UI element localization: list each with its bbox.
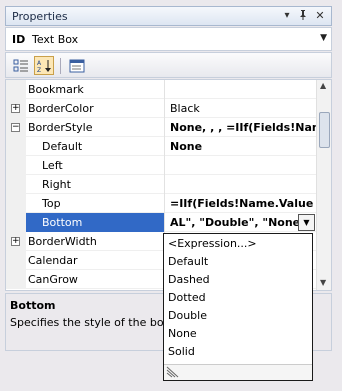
svg-text:Z: Z (37, 67, 41, 73)
property-label: Bottom (26, 213, 164, 232)
property-label: Bookmark (28, 83, 84, 96)
vertical-scrollbar[interactable]: ▲ ▼ (316, 80, 331, 290)
property-value[interactable]: Black (170, 102, 316, 115)
resize-grip-icon[interactable] (166, 366, 180, 378)
borderstyle-dropdown-list[interactable]: <Expression...> Default Dashed Dotted Do… (163, 233, 313, 381)
window-menu-dropdown-icon[interactable]: ▾ (280, 9, 294, 23)
option-expression[interactable]: <Expression...> (168, 237, 257, 250)
property-row-top[interactable]: Top =IIf(Fields!Name.Value = " (6, 194, 316, 213)
expand-icon[interactable]: + (11, 104, 20, 113)
window-title: Properties (12, 10, 68, 23)
property-row-bottom[interactable]: Bottom AL", "Double", "None") ▼ (6, 213, 316, 232)
property-label: BorderStyle (28, 121, 93, 134)
collapse-icon[interactable]: − (11, 123, 20, 132)
property-row-left[interactable]: Left (6, 156, 316, 175)
property-label: Left (42, 159, 63, 172)
scroll-down-icon[interactable]: ▼ (320, 278, 326, 287)
option-default[interactable]: Default (168, 255, 208, 268)
object-id-label: ID (12, 33, 26, 46)
property-row-bordercolor[interactable]: + BorderColor Black (6, 99, 316, 118)
pin-icon[interactable] (296, 9, 310, 23)
object-selector[interactable]: ID Text Box ▼ (5, 27, 332, 51)
property-row-right[interactable]: Right (6, 175, 316, 194)
property-pages-icon (69, 59, 85, 73)
property-row-bookmark[interactable]: Bookmark (6, 80, 316, 99)
property-pages-button[interactable] (66, 56, 86, 75)
close-icon[interactable]: ✕ (313, 9, 327, 23)
option-dashed[interactable]: Dashed (168, 273, 210, 286)
property-value[interactable]: None (170, 140, 316, 153)
properties-title-bar: Properties ▾ ✕ (5, 6, 332, 26)
property-value[interactable]: None, , , =IIf(Fields!Name. (170, 121, 316, 134)
scrollbar-thumb[interactable] (319, 112, 330, 148)
property-label: CanGrow (28, 273, 78, 286)
property-label: Default (42, 140, 83, 153)
dropdown-arrow-button[interactable]: ▼ (298, 214, 315, 231)
alphabetical-button[interactable]: A Z (34, 56, 54, 75)
option-double[interactable]: Double (168, 309, 207, 322)
chevron-down-icon[interactable]: ▼ (320, 33, 327, 43)
property-row-default[interactable]: Default None (6, 137, 316, 156)
property-row-borderstyle[interactable]: − BorderStyle None, , , =IIf(Fields!Name… (6, 118, 316, 137)
property-label: BorderColor (28, 102, 94, 115)
sort-alphabetical-icon: A Z (37, 60, 51, 73)
property-label: BorderWidth (28, 235, 97, 248)
property-label: Top (42, 197, 61, 210)
properties-window: Properties ▾ ✕ ID Text Box ▼ A Z Bookmar… (0, 0, 342, 391)
object-name: Text Box (32, 33, 79, 46)
property-value[interactable]: =IIf(Fields!Name.Value = " (170, 197, 316, 210)
property-label: Right (42, 178, 71, 191)
categorized-icon (13, 59, 28, 72)
option-dotted[interactable]: Dotted (168, 291, 206, 304)
toolbar-separator (60, 58, 61, 74)
option-solid[interactable]: Solid (168, 345, 195, 358)
description-title: Bottom (10, 299, 56, 312)
option-none[interactable]: None (168, 327, 197, 340)
property-value-input[interactable]: AL", "Double", "None") (170, 216, 298, 229)
property-label: Calendar (28, 254, 78, 267)
scroll-up-icon[interactable]: ▲ (320, 81, 326, 90)
properties-toolbar: A Z (5, 52, 332, 78)
expand-icon[interactable]: + (11, 237, 20, 246)
svg-text:A: A (37, 60, 42, 67)
dropdown-footer (164, 364, 312, 380)
categorized-button[interactable] (10, 56, 30, 75)
description-text: Specifies the style of the bott (10, 316, 173, 329)
